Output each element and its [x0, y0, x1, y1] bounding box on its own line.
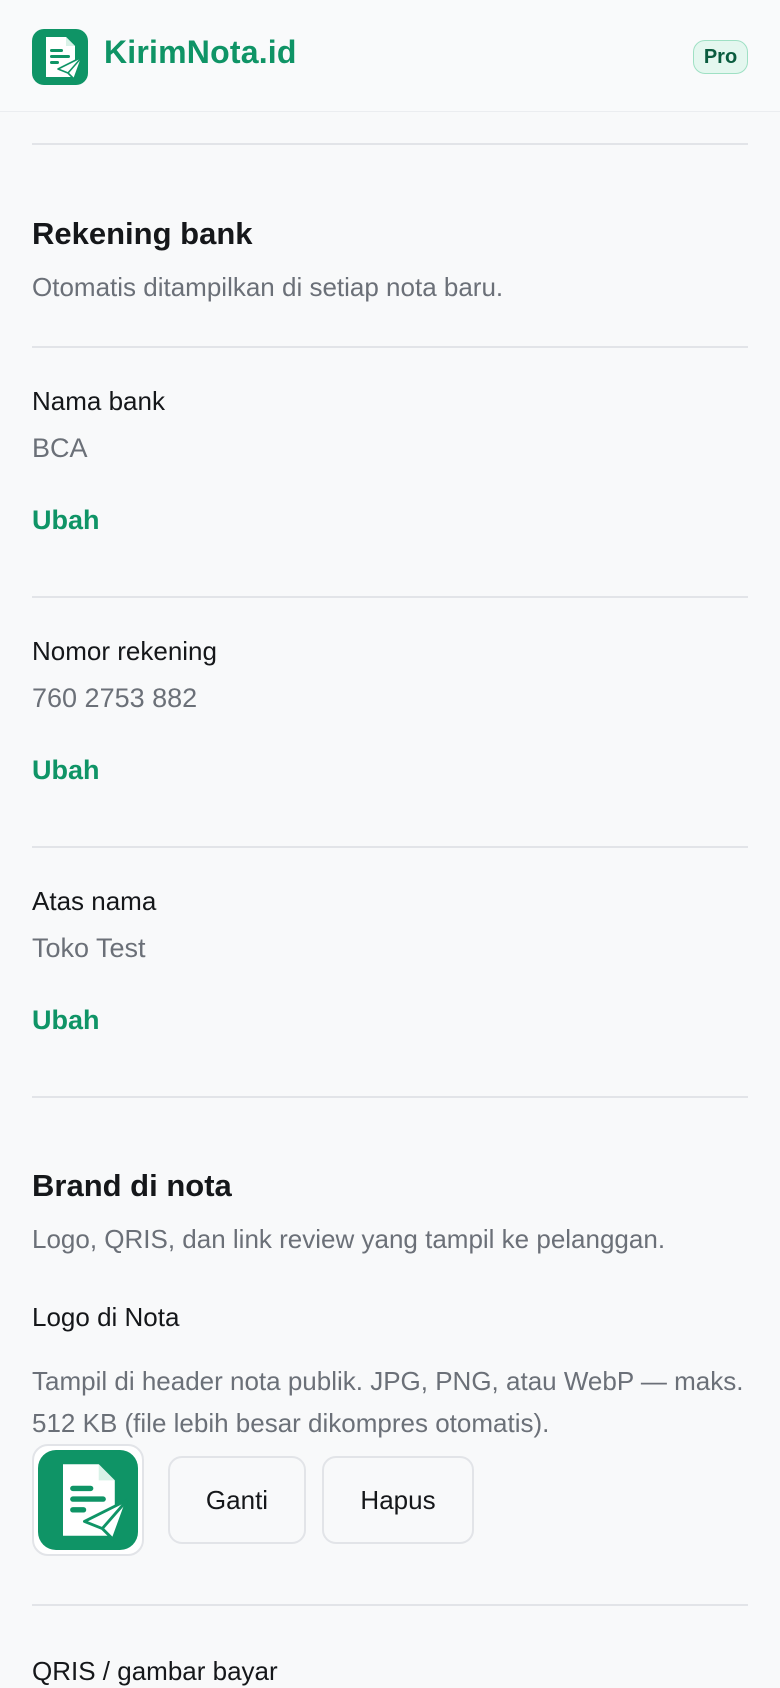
bank-section-title: Rekening bank [32, 216, 253, 251]
account-holder-label: Atas nama [32, 886, 157, 916]
divider [32, 346, 748, 348]
app-header: KirimNota.id Pro [0, 0, 780, 112]
divider [32, 1096, 748, 1098]
delete-logo-button[interactable]: Hapus [322, 1456, 474, 1544]
divider [32, 143, 748, 145]
brand-name[interactable]: KirimNota.id [104, 34, 297, 71]
logo-preview [32, 1444, 144, 1556]
bank-name-label: Nama bank [32, 386, 165, 416]
bank-section-description: Otomatis ditampilkan di setiap nota baru… [32, 272, 504, 302]
edit-bank-name-button[interactable]: Ubah [32, 505, 100, 536]
edit-account-number-button[interactable]: Ubah [32, 755, 100, 786]
account-number-label: Nomor rekening [32, 636, 217, 666]
divider [32, 1604, 748, 1606]
brand-section-title: Brand di nota [32, 1168, 232, 1203]
edit-account-holder-button[interactable]: Ubah [32, 1005, 100, 1036]
brand-section-description: Logo, QRIS, dan link review yang tampil … [32, 1224, 666, 1254]
plan-badge: Pro [693, 40, 748, 74]
divider [32, 596, 748, 598]
invoice-paper-plane-icon [46, 37, 83, 80]
qris-label: QRIS / gambar bayar [32, 1656, 278, 1686]
account-number-value: 760 2753 882 [32, 683, 198, 713]
bank-name-value: BCA [32, 433, 88, 463]
divider [32, 846, 748, 848]
brand-logo-icon[interactable] [32, 29, 88, 85]
replace-logo-button[interactable]: Ganti [168, 1456, 306, 1544]
account-holder-value: Toko Test [32, 933, 146, 963]
logo-label: Logo di Nota [32, 1302, 180, 1332]
logo-description: Tampil di header nota publik. JPG, PNG, … [32, 1366, 744, 1438]
invoice-paper-plane-icon [38, 1450, 138, 1550]
